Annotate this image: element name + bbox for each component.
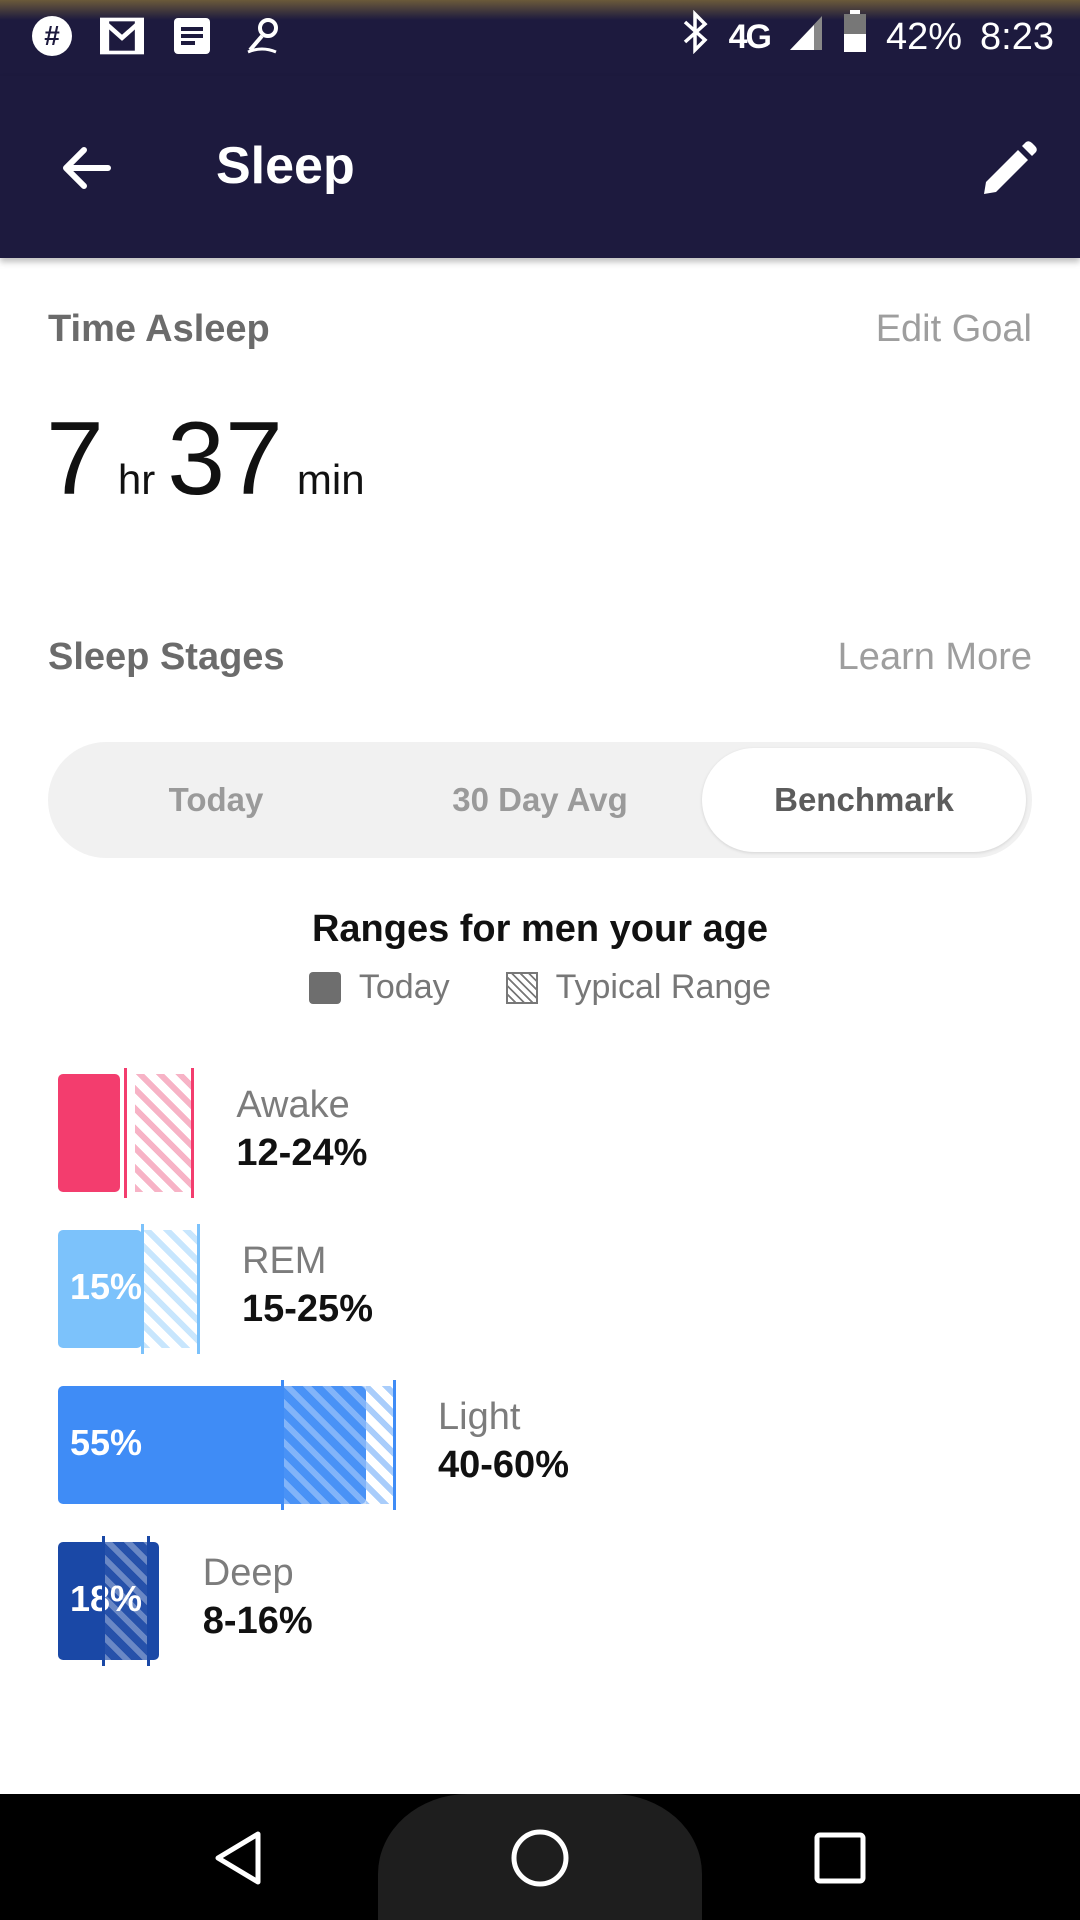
back-button[interactable] [46, 128, 126, 208]
typical-range-band [142, 1230, 198, 1348]
app-bar: Sleep [0, 76, 1080, 258]
tab-30-day-avg[interactable]: 30 Day Avg [378, 748, 702, 852]
time-asleep-value: 7 hr 37 min [46, 400, 377, 519]
legend-today-swatch [308, 971, 341, 1004]
minutes-unit: min [296, 456, 365, 503]
notes-icon [170, 14, 214, 58]
sleep-stages-label: Sleep Stages [48, 636, 285, 678]
nav-home-icon [511, 1829, 569, 1887]
tab-today[interactable]: Today [54, 748, 378, 852]
today-percent-label: 18% [70, 1578, 143, 1619]
stage-name: Light [438, 1396, 521, 1438]
pencil-icon [984, 141, 1037, 194]
stage-typical-range: 15-25% [242, 1288, 373, 1330]
stage-row-deep: 18% Deep 8-16% [0, 1536, 1080, 1682]
today-percent-label: 15% [70, 1266, 143, 1307]
edit-goal-link[interactable]: Edit Goal [876, 308, 1032, 351]
stage-typical-range: 12-24% [236, 1132, 368, 1174]
system-status: 4G 42% 8:23 [681, 9, 1054, 64]
battery-percent: 42% [885, 15, 963, 58]
page-title: Sleep [216, 137, 355, 195]
legend-today-label: Today [358, 968, 450, 1006]
nav-recents-button[interactable] [798, 1816, 882, 1900]
minutes-value: 37 [167, 401, 283, 517]
stage-view-tabs: Today 30 Day Avg Benchmark [48, 742, 1032, 858]
range-low-marker [141, 1224, 144, 1354]
system-nav-bar [0, 1794, 1080, 1920]
nav-home-button[interactable] [498, 1816, 582, 1900]
overlap-band [282, 1386, 366, 1504]
edit-button[interactable] [972, 134, 1044, 206]
stage-typical-range: 8-16% [202, 1600, 313, 1642]
stage-name: Deep [202, 1552, 294, 1594]
svg-text:#: # [44, 20, 60, 51]
range-low-marker [281, 1380, 284, 1510]
clock: 8:23 [980, 15, 1054, 58]
hours-value: 7 [46, 401, 104, 517]
legend-typical-label: Typical Range [555, 968, 772, 1006]
back-arrow-icon [63, 147, 111, 189]
range-low-marker [124, 1068, 128, 1198]
today-percent-label: 55% [70, 1422, 143, 1463]
stage-name: Awake [236, 1084, 350, 1126]
stage-row-rem: 15% REM 15-25% [0, 1224, 1080, 1370]
hours-unit: hr [117, 456, 156, 503]
slack-icon: # [30, 14, 74, 58]
range-high-marker [146, 1536, 150, 1666]
legend-typical-swatch [505, 971, 538, 1004]
notification-icons: # [30, 14, 284, 58]
nav-recents-icon [814, 1832, 866, 1884]
stage-row-awake: Awake 12-24% [0, 1068, 1080, 1214]
time-asleep-label: Time Asleep [48, 308, 270, 350]
today-bar [58, 1074, 120, 1192]
battery-icon [842, 10, 868, 64]
network-type: 4G [728, 17, 772, 56]
stage-name: REM [242, 1240, 327, 1282]
stage-typical-range: 40-60% [438, 1444, 569, 1486]
learn-more-link[interactable]: Learn More [838, 636, 1032, 679]
range-high-marker [197, 1224, 200, 1354]
range-low-marker [101, 1536, 105, 1666]
legend: Today Typical Range [0, 968, 1080, 1007]
typical-range-band [135, 1074, 193, 1192]
range-high-marker [191, 1068, 195, 1198]
ranges-title: Ranges for men your age [311, 908, 769, 950]
status-bar: # 4G 42% 8:23 [0, 0, 1080, 76]
range-high-marker [393, 1380, 396, 1510]
bluetooth-icon [681, 9, 711, 64]
tab-benchmark[interactable]: Benchmark [702, 748, 1026, 852]
microphone-icon [240, 14, 284, 58]
signal-icon [788, 12, 824, 62]
gmail-icon [100, 14, 144, 58]
nav-back-button[interactable] [198, 1816, 282, 1900]
stage-row-light: 55% Light 40-60% [0, 1380, 1080, 1526]
nav-back-icon [215, 1831, 261, 1885]
